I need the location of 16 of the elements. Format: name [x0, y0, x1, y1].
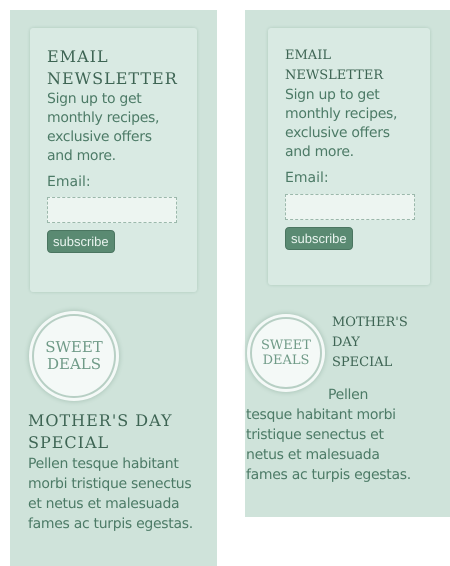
- newsletter-text: Sign up to get monthly recipes, exclusive offers and more.: [47, 90, 160, 166]
- newsletter-title: EMAIL NEWSLETTER: [47, 46, 179, 90]
- sweet-deals-badge: SWEET DEALS: [250, 317, 322, 389]
- email-label: Email:: [285, 170, 330, 186]
- promo-title: MOTHER'S DAY SPECIAL: [28, 410, 174, 454]
- promo-title: MOTHER'S DAY SPECIAL: [332, 314, 409, 372]
- newsletter-title: EMAIL NEWSLETTER: [285, 47, 384, 85]
- email-input-field[interactable]: [47, 197, 177, 223]
- email-label: Email:: [47, 174, 92, 190]
- promo-text: Pellen tesque habitant morbi tristique senectus et netus et malesuada fames ac turpis egestas.: [28, 455, 194, 534]
- subscribe-button[interactable]: subscribe: [47, 230, 115, 253]
- email-input-field[interactable]: [285, 194, 415, 220]
- subscribe-button[interactable]: subscribe: [285, 227, 353, 250]
- newsletter-text: Sign up to get monthly recipes, exclusive offers and more.: [285, 86, 398, 162]
- promo-text: Pellen tesque habitant morbi tristique senectus et netus et malesuada fames ac turpis egestas.: [246, 386, 412, 485]
- sweet-deals-badge: SWEET DEALS: [32, 314, 116, 398]
